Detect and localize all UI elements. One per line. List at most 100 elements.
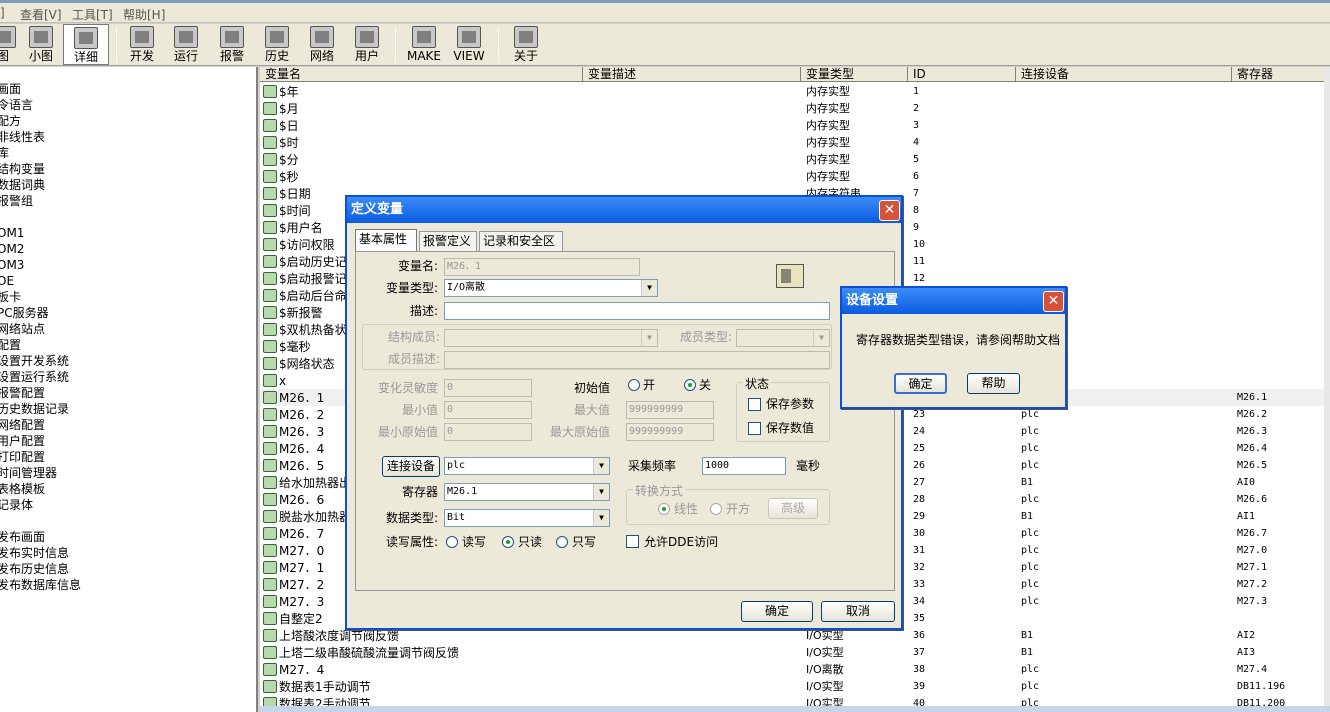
struct-variable-icon[interactable] — [776, 264, 804, 288]
connect-device-button[interactable]: 连接设备 — [382, 456, 440, 477]
table-row[interactable]: $年 内存实型 1 — [260, 83, 1330, 100]
save-value-checkbox[interactable] — [748, 422, 761, 435]
write-only-radio[interactable] — [556, 536, 568, 548]
tree-item[interactable]: OM3 — [0, 257, 24, 273]
toolbar-user-button[interactable]: 用户 — [349, 24, 385, 65]
var-type-select[interactable]: I/O离散 ▼ — [444, 279, 658, 297]
close-icon[interactable]: ✕ — [879, 200, 900, 221]
sqrt-radio[interactable] — [710, 503, 722, 515]
toolbar-small-icons-button[interactable]: 小图 — [24, 24, 58, 65]
toolbar-history-button[interactable]: 历史 — [259, 24, 295, 65]
toolbar-details-button[interactable]: 详细 — [63, 24, 109, 65]
tree-item[interactable]: 报警配置 — [0, 385, 45, 401]
tree-item[interactable]: 画面 — [0, 81, 21, 97]
rw-radio[interactable] — [446, 536, 458, 548]
toolbar-develop-button[interactable]: 开发 — [124, 24, 160, 65]
tree-item[interactable]: 表格模板 — [0, 481, 45, 497]
tree-item[interactable]: 发布数据库信息 — [0, 577, 81, 593]
raw-min-input[interactable]: 0 — [444, 423, 532, 441]
tree-item[interactable]: 时间管理器 — [0, 465, 57, 481]
ok-button[interactable]: 确定 — [741, 601, 813, 622]
tab-basic[interactable]: 基本属性 — [355, 229, 417, 251]
description-input[interactable] — [444, 302, 830, 320]
tree-item[interactable]: 配方 — [0, 113, 21, 129]
save-param-checkbox[interactable] — [748, 398, 761, 411]
tree-item[interactable]: 结构变量 — [0, 161, 45, 177]
tree-item[interactable]: 报警组 — [0, 193, 33, 209]
toolbar-network-button[interactable]: 网络 — [304, 24, 340, 65]
tab-alarm[interactable]: 报警定义 — [419, 231, 477, 251]
member-type-select[interactable]: ▼ — [736, 329, 830, 347]
messagebox-ok-button[interactable]: 确定 — [894, 373, 947, 394]
column-header-device[interactable]: 连接设备 — [1016, 67, 1232, 82]
linear-radio[interactable] — [658, 503, 670, 515]
toolbar-view-button[interactable]: VIEW — [450, 24, 488, 65]
menu-item-1[interactable]: ] — [0, 6, 5, 20]
tree-item[interactable]: 网络配置 — [0, 417, 45, 433]
init-on-radio[interactable] — [628, 379, 640, 391]
tree-item[interactable]: 发布历史信息 — [0, 561, 69, 577]
tree-item[interactable]: 令语言 — [0, 97, 33, 113]
table-row[interactable]: $时 内存实型 4 — [260, 134, 1330, 151]
toolbar-alarm-button[interactable]: 报警 — [214, 24, 250, 65]
tree-item[interactable]: 记录体 — [0, 497, 33, 513]
table-row[interactable]: $分 内存实型 5 — [260, 151, 1330, 168]
tree-item[interactable]: OM2 — [0, 241, 24, 257]
device-select[interactable]: plc ▼ — [444, 457, 610, 475]
table-row[interactable]: 上塔二级串酸硫酸流量调节阀反馈 I/O实型 37 B1 AI3 — [260, 644, 1330, 661]
tree-item[interactable]: 网络站点 — [0, 321, 45, 337]
struct-member-select[interactable]: ▼ — [444, 329, 658, 347]
column-header-type[interactable]: 变量类型 — [801, 67, 908, 82]
tree-item[interactable]: 库 — [0, 145, 9, 161]
read-only-radio[interactable] — [502, 536, 514, 548]
tree-item[interactable]: 发布画面 — [0, 529, 45, 545]
tree-item[interactable]: 配置 — [0, 337, 21, 353]
table-row[interactable]: M27．4 I/O离散 38 plc M27.4 — [260, 661, 1330, 678]
tree-item[interactable]: 数据词典 — [0, 177, 45, 193]
menu-item-tools[interactable]: 工具[T] — [72, 6, 113, 23]
column-header-name[interactable]: 变量名 — [260, 67, 583, 82]
toolbar-about-button[interactable]: 关于 — [508, 24, 544, 65]
table-row[interactable]: $月 内存实型 2 — [260, 100, 1330, 117]
min-input[interactable]: 0 — [444, 401, 532, 419]
tree-item[interactable]: 板卡 — [0, 289, 21, 305]
raw-max-input[interactable]: 999999999 — [626, 423, 714, 441]
tree-item[interactable]: 发布实时信息 — [0, 545, 69, 561]
register-combo[interactable]: M26.1 ▼ — [444, 483, 610, 501]
menu-item-view[interactable]: 查看[V] — [20, 6, 62, 23]
tree-item[interactable]: 用户配置 — [0, 433, 45, 449]
close-icon[interactable]: ✕ — [1043, 291, 1064, 312]
tree-item[interactable]: OE — [0, 273, 14, 289]
vertical-scrollbar[interactable] — [1324, 67, 1330, 712]
cancel-button[interactable]: 取消 — [821, 601, 895, 622]
table-row[interactable]: 数据表1手动调节 I/O实型 39 plc DB11.196 — [260, 678, 1330, 695]
member-desc-input[interactable] — [444, 351, 830, 369]
messagebox-help-button[interactable]: 帮助 — [967, 373, 1020, 394]
freq-input[interactable]: 1000 — [702, 457, 786, 475]
dde-checkbox[interactable] — [626, 535, 639, 548]
column-header-register[interactable]: 寄存器 — [1232, 67, 1330, 82]
tree-item[interactable]: 非线性表 — [0, 129, 45, 145]
tab-record-security[interactable]: 记录和安全区 — [479, 231, 563, 251]
advanced-button[interactable]: 高级 — [768, 498, 818, 519]
column-header-desc[interactable]: 变量描述 — [583, 67, 801, 82]
init-off-radio[interactable] — [684, 379, 696, 391]
table-row[interactable]: $日 内存实型 3 — [260, 117, 1330, 134]
tree-item[interactable]: 设置运行系统 — [0, 369, 69, 385]
tree-item[interactable]: 历史数据记录 — [0, 401, 69, 417]
toolbar-run-button[interactable]: 运行 — [168, 24, 204, 65]
tree-item[interactable]: PC服务器 — [0, 305, 49, 321]
menu-item-help[interactable]: 帮助[H] — [123, 6, 165, 23]
toolbar-make-button[interactable]: MAKE — [405, 24, 443, 65]
tree-item[interactable]: OM1 — [0, 225, 24, 241]
tree-item[interactable]: 设置开发系统 — [0, 353, 69, 369]
toolbar-large-icons-button[interactable]: 图 — [0, 24, 16, 65]
data-type-select[interactable]: Bit ▼ — [444, 509, 610, 527]
table-row[interactable]: $秒 内存实型 6 — [260, 168, 1330, 185]
var-name-field[interactable]: M26．1 — [444, 258, 640, 276]
horizontal-scrollbar[interactable] — [260, 706, 1330, 712]
column-header-id[interactable]: ID — [908, 67, 1016, 82]
max-input[interactable]: 999999999 — [626, 401, 714, 419]
tree-item[interactable]: 打印配置 — [0, 449, 45, 465]
sensitivity-input[interactable]: 0 — [444, 379, 532, 397]
